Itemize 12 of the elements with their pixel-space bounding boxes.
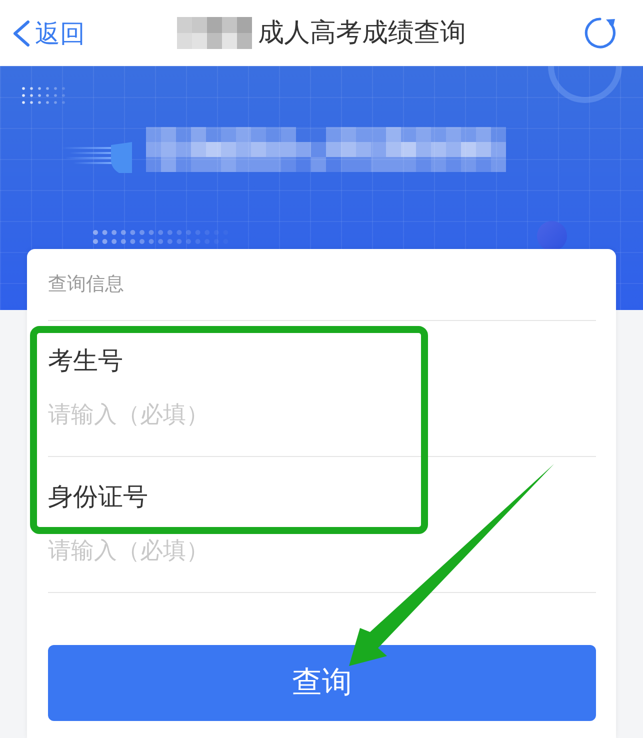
dot-grid-icon <box>22 87 66 104</box>
section-title: 查询信息 <box>48 275 124 294</box>
ring-icon <box>545 66 625 104</box>
refresh-icon[interactable] <box>584 16 618 50</box>
orb-icon <box>537 221 567 251</box>
field-label: 身份证号 <box>48 484 148 509</box>
dot-grid-icon <box>93 230 229 244</box>
back-button[interactable]: 返回 <box>12 20 85 46</box>
query-button[interactable]: 查询 <box>48 645 596 721</box>
chevron-left-icon <box>12 20 30 46</box>
field-label: 考生号 <box>48 348 123 373</box>
page-title: 成人高考成绩查询 <box>258 20 466 46</box>
